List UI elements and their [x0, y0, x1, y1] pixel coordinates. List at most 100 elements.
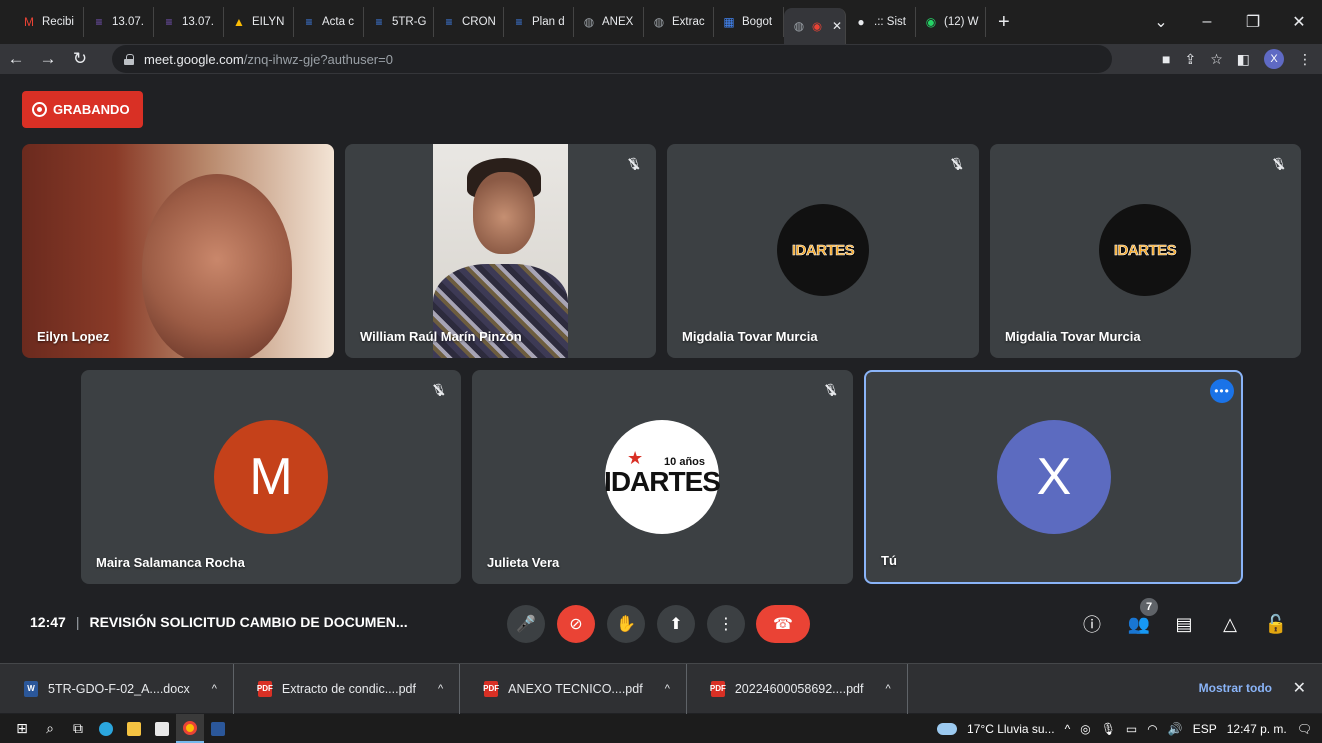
windows-start-icon[interactable]: ⊞: [8, 714, 36, 743]
close-downloads-icon[interactable]: ✕: [1293, 678, 1306, 698]
side-panel-icon[interactable]: ◧: [1237, 51, 1250, 68]
participant-tile-maira[interactable]: M 🎙 Maira Salamanca Rocha: [81, 370, 461, 584]
more-options-button[interactable]: ⋮: [707, 605, 745, 643]
download-filename: ANEXO TECNICO....pdf: [508, 681, 643, 696]
tray-overflow-icon[interactable]: ^: [1065, 722, 1071, 736]
show-all-downloads-link[interactable]: Mostrar todo: [1199, 681, 1272, 695]
minimize-button[interactable]: –: [1184, 13, 1230, 31]
windows-taskbar: ⊞ ⌕ ⧉ 17°C Lluvia su... ^ ◎ 🎙 ▭ ◠ 🔊 ESP …: [0, 714, 1322, 743]
tab-favicon-icon: ≡: [515, 15, 523, 29]
participant-tile-migdalia-1[interactable]: IDARTES 🎙 Migdalia Tovar Murcia: [667, 144, 979, 358]
notifications-icon[interactable]: 🗨: [1297, 722, 1312, 736]
browser-tab[interactable]: ≡ 13.07.: [154, 7, 224, 37]
url-input[interactable]: meet.google.com/znq-ihwz-gje?authuser=0: [112, 45, 1112, 73]
meeting-info-icon[interactable]: ⓘ: [1078, 610, 1106, 638]
participant-name: Tú: [881, 553, 897, 568]
wifi-icon[interactable]: ◠: [1147, 722, 1157, 736]
chevron-up-icon[interactable]: ^: [212, 683, 217, 695]
browser-tab[interactable]: ◍ ◉ ✕: [784, 8, 846, 44]
raise-hand-button[interactable]: ✋: [607, 605, 645, 643]
participant-avatar: X: [997, 420, 1111, 534]
participant-tile-migdalia-2[interactable]: IDARTES 🎙 Migdalia Tovar Murcia: [990, 144, 1301, 358]
download-item[interactable]: PDF 20224600058692....pdf ^: [687, 663, 908, 714]
chevron-up-icon[interactable]: ^: [438, 683, 443, 695]
tab-favicon-icon: ◉: [925, 15, 937, 29]
browser-tab[interactable]: ≡ Acta c: [294, 7, 364, 37]
browser-tab[interactable]: ● .:: Sist: [846, 7, 916, 37]
camera-indicator-icon[interactable]: ■: [1162, 51, 1170, 67]
volume-icon[interactable]: 🔊: [1168, 722, 1183, 736]
browser-tab[interactable]: ◍ ANEX: [574, 7, 644, 37]
word-file-icon: W: [24, 680, 38, 697]
participant-tile-william[interactable]: 🎙 William Raúl Marín Pinzón: [345, 144, 656, 358]
language-indicator[interactable]: ESP: [1193, 722, 1217, 736]
pdf-file-icon: PDF: [710, 680, 726, 697]
meet-tray-icon[interactable]: ◎: [1080, 722, 1090, 736]
leave-call-button[interactable]: ☎: [756, 605, 810, 643]
task-view-icon[interactable]: ⧉: [64, 714, 92, 743]
participant-tile-self[interactable]: X ••• Tú: [864, 370, 1243, 584]
reload-icon[interactable]: ↻: [64, 49, 96, 69]
close-window-button[interactable]: ✕: [1276, 12, 1322, 32]
camera-off-button[interactable]: ⊘: [557, 605, 595, 643]
download-item[interactable]: W 5TR-GDO-F-02_A....docx ^: [0, 663, 234, 714]
file-explorer-icon[interactable]: [120, 714, 148, 743]
browser-menu-icon[interactable]: ⋮: [1298, 51, 1312, 68]
lock-icon[interactable]: [124, 53, 134, 65]
browser-tab[interactable]: ≡ 5TR-G: [364, 7, 434, 37]
mic-off-icon: 🎙: [429, 380, 449, 400]
battery-icon[interactable]: ▭: [1126, 722, 1137, 736]
participant-name: Julieta Vera: [487, 555, 560, 570]
new-tab-button[interactable]: +: [998, 11, 1010, 34]
tab-favicon-icon: ▲: [233, 15, 245, 29]
idartes-logo: IDARTES: [1099, 204, 1191, 296]
download-filename: 20224600058692....pdf: [734, 681, 864, 696]
recording-tab-icon: ◉: [812, 21, 823, 33]
download-item[interactable]: PDF ANEXO TECNICO....pdf ^: [460, 663, 687, 714]
weather-icon[interactable]: [937, 722, 958, 735]
back-icon[interactable]: ←: [0, 49, 32, 69]
participant-tile-julieta[interactable]: ★ 10 años IDARTES 🎙 Julieta Vera: [472, 370, 853, 584]
share-icon[interactable]: ⇪: [1184, 51, 1196, 68]
profile-avatar[interactable]: X: [1264, 49, 1284, 69]
participant-name: Migdalia Tovar Murcia: [682, 329, 818, 344]
more-options-icon[interactable]: •••: [1210, 379, 1234, 403]
edge-icon[interactable]: [92, 714, 120, 743]
taskbar-clock[interactable]: 12:47 p. m.: [1227, 722, 1287, 736]
search-icon[interactable]: ⌕: [36, 714, 64, 743]
forward-icon[interactable]: →: [32, 49, 64, 69]
tab-favicon-icon: ◍: [793, 19, 805, 33]
word-icon[interactable]: [204, 714, 232, 743]
meeting-control-bar: 12:47 | REVISIÓN SOLICITUD CAMBIO DE DOCUM…: [0, 596, 1322, 652]
present-screen-button[interactable]: ⬆: [657, 605, 695, 643]
chat-icon[interactable]: ▤: [1170, 610, 1198, 638]
tab-favicon-icon: ◍: [583, 15, 595, 29]
host-controls-icon[interactable]: 🔓: [1262, 610, 1290, 638]
restore-button[interactable]: ❐: [1230, 12, 1276, 32]
download-item[interactable]: PDF Extracto de condic....pdf ^: [234, 663, 461, 714]
pdf-file-icon: PDF: [257, 680, 273, 697]
activities-icon[interactable]: △: [1216, 610, 1244, 638]
browser-tab[interactable]: ◍ Extrac: [644, 7, 714, 37]
browser-tab[interactable]: ◉ (12) W: [916, 7, 986, 37]
microphone-button[interactable]: 🎤: [507, 605, 545, 643]
weather-text[interactable]: 17°C Lluvia su...: [967, 722, 1055, 736]
browser-tab[interactable]: ≡ Plan d: [504, 7, 574, 37]
chevron-up-icon[interactable]: ^: [885, 683, 890, 695]
tab-label: 13.07.: [112, 16, 144, 28]
bookmark-star-icon[interactable]: ☆: [1210, 51, 1223, 68]
browser-tab[interactable]: ▦ Bogot: [714, 7, 784, 37]
chevron-up-icon[interactable]: ^: [665, 683, 670, 695]
chrome-icon[interactable]: [176, 714, 204, 743]
tab-search-icon[interactable]: ⌄: [1138, 12, 1184, 32]
store-icon[interactable]: [148, 714, 176, 743]
meeting-time: 12:47: [30, 614, 66, 630]
microphone-tray-icon[interactable]: 🎙: [1101, 722, 1116, 736]
browser-tab[interactable]: ▲ EILYN: [224, 7, 294, 37]
participant-tile-eilyn[interactable]: Eilyn Lopez: [22, 144, 334, 358]
tab-label: (12) W: [944, 16, 979, 28]
close-tab-icon[interactable]: ✕: [832, 19, 842, 33]
browser-tab[interactable]: ≡ CRON: [434, 7, 504, 37]
browser-tab[interactable]: ≡ 13.07.: [84, 7, 154, 37]
browser-tab[interactable]: M Recibi: [14, 7, 84, 37]
